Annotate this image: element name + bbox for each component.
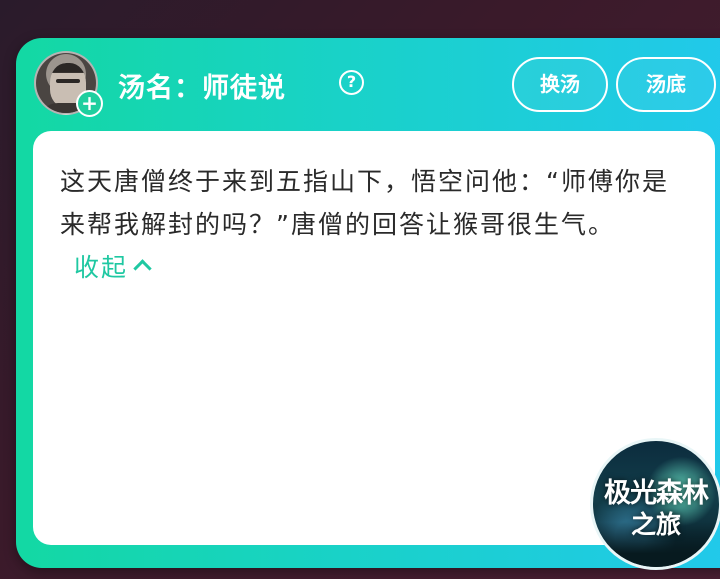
chevron-up-icon[interactable] [133,259,152,278]
puzzle-title: 汤名：师徒说 [118,73,286,104]
collapse-label[interactable]: 收起 [74,253,128,282]
avatar-eyes [56,79,80,83]
logo-title-line2: 之旅 [630,510,681,539]
collapse-link[interactable]: 收起 [74,253,152,282]
question-circle-icon[interactable]: ? [339,70,364,95]
reveal-answer-button[interactable]: 汤底 [616,57,716,112]
story-text: 这天唐僧终于来到五指山下，悟空问他：“师傅你是来帮我解封的吗？”唐僧的回答让猴哥… [60,167,669,239]
story-text-block: 这天唐僧终于来到五指山下，悟空问他：“师傅你是来帮我解封的吗？”唐僧的回答让猴哥… [60,160,690,289]
plus-icon[interactable]: + [76,90,103,117]
game-logo[interactable]: 极光森林 之旅 [590,438,720,570]
change-puzzle-button[interactable]: 换汤 [512,57,608,112]
